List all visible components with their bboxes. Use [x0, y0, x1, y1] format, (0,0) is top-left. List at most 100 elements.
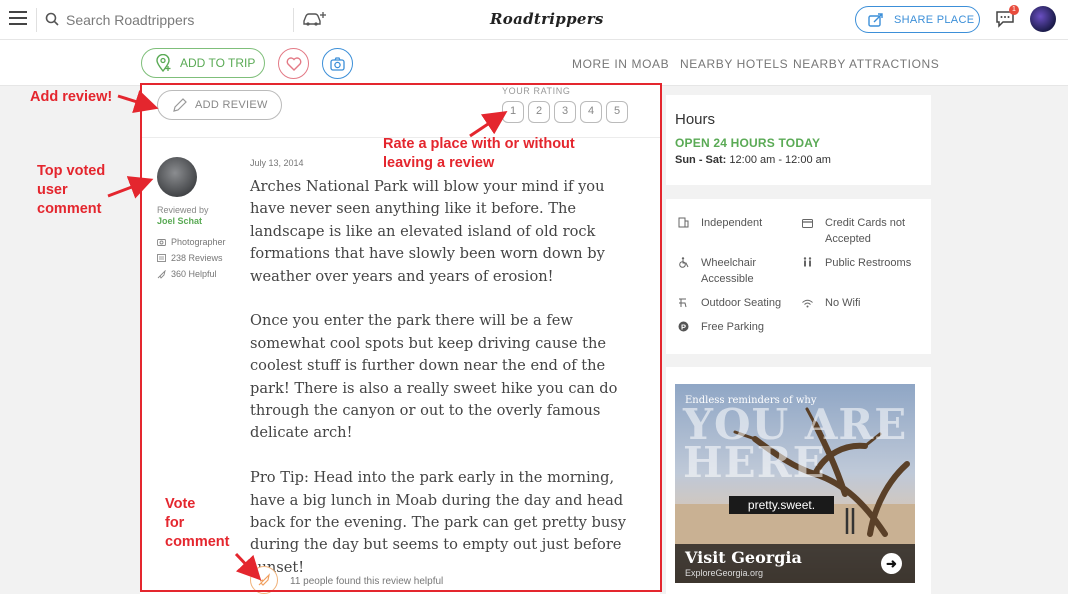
ad-visit-text: Visit Georgia	[685, 548, 802, 567]
roadtrippers-logo[interactable]: Roadtrippers	[490, 8, 603, 30]
camera-icon	[157, 239, 166, 246]
annotation-vote: Vote for comment	[165, 495, 229, 552]
review-date: July 13, 2014	[250, 158, 304, 168]
reviewer-avatar[interactable]	[157, 157, 197, 197]
review-header: ADD REVIEW YOUR RATING 1 2 3 4 5	[140, 82, 660, 138]
rating-option-5[interactable]: 5	[606, 101, 628, 123]
rocket-icon	[258, 573, 270, 586]
share-icon	[868, 12, 883, 27]
annotation-top-voted: Top voted user comment	[37, 162, 105, 219]
rating-option-2[interactable]: 2	[528, 101, 550, 123]
reviewed-by-label: Reviewed by	[157, 205, 209, 215]
hours-range: Sun - Sat: 12:00 am - 12:00 am	[675, 154, 831, 166]
search-icon	[45, 12, 59, 26]
review-paragraph: Arches National Park will blow your mind…	[250, 178, 605, 285]
reviewer-helpful-count: 360 Helpful	[157, 269, 217, 279]
add-to-trip-label: ADD TO TRIP	[180, 56, 256, 70]
amenity-outdoor-seating-label: Outdoor Seating	[701, 297, 782, 309]
hours-times: 12:00 am - 12:00 am	[729, 154, 831, 166]
review-body: Arches National Park will blow your mind…	[250, 176, 630, 594]
ad-panel: Endless reminders of why YOU ARE HERE pr…	[666, 367, 931, 594]
annotation-vote-line2: for	[165, 515, 185, 531]
annotation-top-voted-line2: user	[37, 182, 68, 198]
share-place-label: SHARE PLACE	[894, 13, 975, 26]
document-icon	[157, 254, 166, 262]
credit-card-icon	[802, 215, 816, 247]
amenity-wifi: No Wifi	[802, 295, 922, 313]
arrow-right-icon[interactable]: ➜	[881, 553, 902, 574]
nav-nearby-hotels[interactable]: NEARBY HOTELS	[680, 57, 788, 71]
notification-badge: 1	[1009, 5, 1019, 15]
amenity-wheelchair: Wheelchair Accessible	[678, 255, 788, 287]
review-paragraph: Pro Tip: Head into the park early in the…	[250, 469, 626, 576]
hours-days: Sun - Sat:	[675, 154, 727, 166]
reviewer-name[interactable]: Joel Schat	[157, 216, 202, 226]
hours-panel: Hours OPEN 24 HOURS TODAY Sun - Sat: 12:…	[666, 95, 931, 185]
amenity-parking: P Free Parking	[678, 319, 798, 337]
wheelchair-icon	[678, 255, 692, 287]
ad-headline: YOU ARE HERE	[683, 404, 907, 487]
add-review-label: ADD REVIEW	[195, 99, 268, 111]
hours-status: OPEN 24 HOURS TODAY	[675, 136, 821, 150]
rating-option-1[interactable]: 1	[502, 101, 524, 123]
heart-icon	[286, 56, 301, 71]
menu-icon[interactable]	[9, 11, 27, 25]
divider	[36, 8, 37, 32]
ad-footer: Visit Georgia ExploreGeorgia.org ➜	[675, 544, 915, 583]
annotation-rate-line2: leaving a review	[383, 155, 495, 171]
amenity-restrooms: Public Restrooms	[802, 255, 922, 273]
vote-helpful-button[interactable]	[250, 566, 278, 594]
add-review-button[interactable]: ADD REVIEW	[157, 90, 282, 120]
amenity-credit-cards-label: Credit Cards not Accepted	[825, 217, 906, 245]
annotation-add-review: Add review!	[30, 89, 113, 105]
reviewer-role: Photographer	[157, 237, 226, 247]
ad-headline-line2: HERE	[683, 438, 826, 487]
parking-icon: P	[678, 319, 692, 337]
amenities-panel: Independent Credit Cards not Accepted Wh…	[666, 199, 931, 354]
annotation-rate-line1: Rate a place with or without	[383, 136, 575, 152]
amenity-credit-cards: Credit Cards not Accepted	[802, 215, 922, 247]
amenity-outdoor-seating: Outdoor Seating	[678, 295, 798, 313]
action-bar: ADD TO TRIP MORE IN MOAB NEARBY HOTELS N…	[0, 40, 1068, 86]
share-place-button[interactable]: SHARE PLACE	[855, 6, 980, 33]
amenity-restrooms-label: Public Restrooms	[825, 257, 912, 269]
ad-banner[interactable]: Endless reminders of why YOU ARE HERE pr…	[675, 384, 915, 583]
amenity-independent: Independent	[678, 215, 788, 233]
add-to-trip-button[interactable]: ADD TO TRIP	[141, 48, 265, 78]
divider	[293, 8, 294, 32]
rocket-icon	[157, 269, 166, 279]
hours-title: Hours	[675, 111, 716, 128]
camera-icon	[329, 56, 345, 71]
reviewer-role-text: Photographer	[171, 237, 226, 247]
favorite-button[interactable]	[278, 48, 309, 79]
review-paragraph: Once you enter the park there will be a …	[250, 312, 618, 442]
pencil-icon	[173, 98, 187, 112]
annotation-vote-line3: comment	[165, 534, 230, 550]
reviewer-helpful-count-text: 360 Helpful	[171, 269, 217, 279]
search-input[interactable]	[66, 9, 266, 31]
add-photo-button[interactable]	[322, 48, 353, 79]
nav-nearby-attractions[interactable]: NEARBY ATTRACTIONS	[793, 57, 939, 71]
helpful-count-text: 11 people found this review helpful	[290, 576, 444, 587]
nav-more-in-moab[interactable]: MORE IN MOAB	[572, 57, 669, 71]
amenity-wifi-label: No Wifi	[825, 297, 861, 309]
amenity-parking-label: Free Parking	[701, 321, 764, 333]
restroom-icon	[802, 255, 816, 273]
building-icon	[678, 215, 692, 233]
annotation-top-voted-line3: comment	[37, 201, 102, 217]
wifi-icon	[802, 295, 816, 313]
user-avatar[interactable]	[1030, 6, 1056, 32]
ad-site-text: ExploreGeorgia.org	[685, 568, 764, 578]
your-rating-label: YOUR RATING	[502, 86, 571, 96]
reviewer-review-count-text: 238 Reviews	[171, 253, 223, 263]
amenity-wheelchair-label: Wheelchair Accessible	[701, 257, 757, 285]
rating-option-4[interactable]: 4	[580, 101, 602, 123]
svg-text:P: P	[681, 322, 686, 331]
ad-pretty-sweet: pretty.sweet.	[729, 496, 834, 514]
top-bar: Roadtrippers SHARE PLACE 1	[0, 0, 1068, 40]
outdoor-seating-icon	[678, 295, 692, 313]
rating-option-3[interactable]: 3	[554, 101, 576, 123]
annotation-rate-place: Rate a place with or without leaving a r…	[383, 135, 575, 173]
amenity-independent-label: Independent	[701, 217, 763, 229]
add-car-icon[interactable]	[301, 10, 327, 28]
